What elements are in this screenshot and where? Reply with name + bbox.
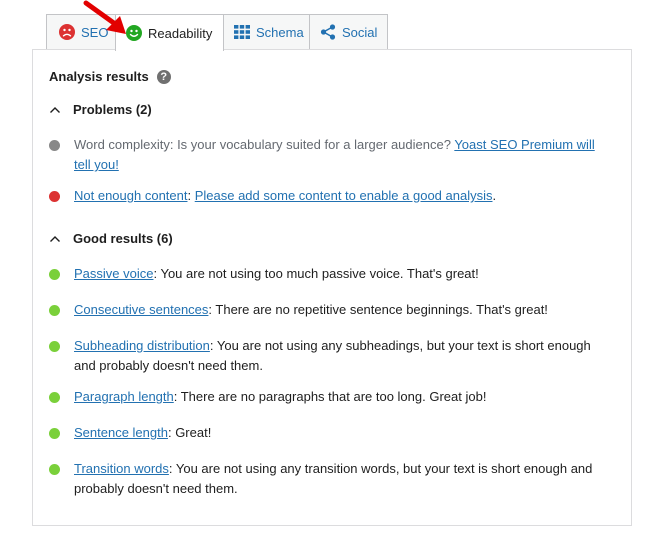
list-item: Paragraph length: There are no paragraph… <box>49 387 609 407</box>
share-icon <box>320 24 336 40</box>
status-dot-green <box>49 428 60 439</box>
list-item: Subheading distribution: You are not usi… <box>49 336 609 376</box>
analysis-results-heading: Analysis results ? <box>49 69 171 84</box>
passive-voice-link[interactable]: Passive voice <box>74 266 153 281</box>
status-dot-green <box>49 305 60 316</box>
list-item: Not enough content: Please add some cont… <box>49 186 609 206</box>
analysis-results-title: Analysis results <box>49 69 149 84</box>
subheading-distribution-link[interactable]: Subheading distribution <box>74 338 210 353</box>
grid-icon <box>234 25 250 39</box>
chevron-up-icon <box>49 231 63 246</box>
list-item: Sentence length: Great! <box>49 423 609 443</box>
separator-text: : <box>187 188 195 203</box>
list-item: Transition words: You are not using any … <box>49 459 609 499</box>
analysis-panel: Analysis results ? Problems (2) Word com… <box>32 49 632 526</box>
result-text: : There are no paragraphs that are too l… <box>173 389 487 404</box>
not-enough-content-link[interactable]: Not enough content <box>74 188 187 203</box>
list-item: Passive voice: You are not using too muc… <box>49 264 609 284</box>
help-icon[interactable]: ? <box>156 69 171 84</box>
problems-toggle[interactable]: Problems (2) <box>49 102 152 117</box>
result-text: : You are not using too much passive voi… <box>153 266 479 281</box>
good-results-heading: Good results (6) <box>73 231 173 246</box>
tail-text: . <box>492 188 497 203</box>
status-dot-green <box>49 341 60 352</box>
problems-heading: Problems (2) <box>73 102 152 117</box>
tab-social-label: Social <box>342 24 378 40</box>
list-item: Consecutive sentences: There are no repe… <box>49 300 609 320</box>
tab-schema-label: Schema <box>256 24 304 40</box>
status-dot-green <box>49 464 60 475</box>
transition-words-link[interactable]: Transition words <box>74 461 169 476</box>
consecutive-sentences-link[interactable]: Consecutive sentences <box>74 302 208 317</box>
add-content-link[interactable]: Please add some content to enable a good… <box>195 188 493 203</box>
sentence-length-link[interactable]: Sentence length <box>74 425 168 440</box>
tab-social[interactable]: Social <box>309 14 388 49</box>
paragraph-length-link[interactable]: Paragraph length <box>74 389 174 404</box>
result-text: : Great! <box>167 425 212 440</box>
status-dot-red <box>49 191 60 202</box>
tab-readability-label: Readability <box>148 25 213 41</box>
chevron-up-icon <box>49 102 63 117</box>
status-dot-green <box>49 269 60 280</box>
good-results-toggle[interactable]: Good results (6) <box>49 231 173 246</box>
status-dot-grey <box>49 140 60 151</box>
tab-schema[interactable]: Schema <box>223 14 310 49</box>
result-text: : There are no repetitive sentence begin… <box>208 302 548 317</box>
frown-face-icon <box>59 24 75 40</box>
list-item: Word complexity: Is your vocabulary suit… <box>49 135 609 175</box>
result-text: Word complexity: Is your vocabulary suit… <box>74 137 455 152</box>
status-dot-green <box>49 392 60 403</box>
annotation-arrow-icon <box>83 0 126 34</box>
